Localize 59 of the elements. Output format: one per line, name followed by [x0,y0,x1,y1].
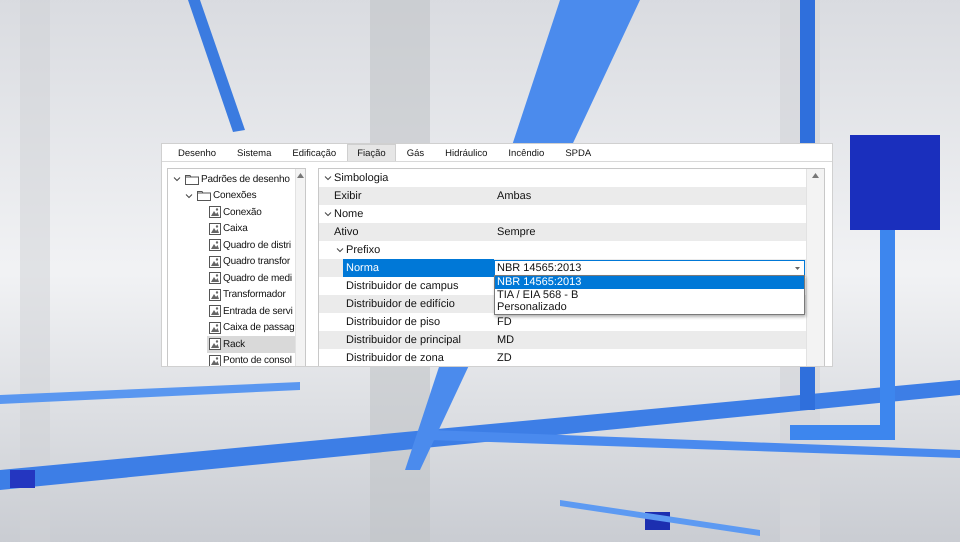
tree-item[interactable]: Quadro de medi [207,270,295,286]
property-name[interactable]: Distribuidor de zona [343,349,494,366]
dropdown-option[interactable]: Personalizado [495,301,804,314]
chevron-icon[interactable] [335,245,345,255]
property-name[interactable]: Distribuidor de principal [343,331,494,349]
chevron-icon[interactable] [323,173,333,183]
tab[interactable]: Incêndio [498,144,554,161]
property-value: MD [496,333,514,348]
scroll-up-icon[interactable] [297,173,304,178]
value-dropdown[interactable]: NBR 14565:2013 [494,260,805,276]
picture-frame-icon [209,338,221,350]
tree-item[interactable]: Caixa [207,220,295,237]
picture-frame-icon [209,222,221,235]
tree-item[interactable]: Padrões de desenho [183,171,295,188]
property-value: Sempre [496,225,536,240]
tab[interactable]: Fiação [347,144,396,161]
property-name[interactable]: Exibir [331,187,494,205]
tree-item[interactable]: Quadro transfor [207,254,295,270]
scrollbar[interactable] [295,169,305,366]
picture-frame-icon [209,206,221,218]
picture-frame-icon [209,256,221,268]
picture-frame-icon [209,272,221,284]
tree-item[interactable]: Rack [207,336,295,352]
tree-item[interactable]: Ponto de consol [207,352,295,366]
category-label: Simbologia [334,172,388,184]
category-label: Nome [334,208,364,220]
tree-item[interactable]: Transformador [207,286,295,303]
property-name[interactable]: Ativo [331,223,494,241]
tree-item[interactable]: Conexão [207,204,295,220]
tab[interactable]: Gás [396,144,434,161]
picture-frame-icon [209,322,221,334]
chevron-icon[interactable] [323,209,333,219]
tree-item[interactable]: Conexões [195,188,295,204]
folder-icon [197,190,211,202]
property-name[interactable]: Distribuidor de piso [343,313,494,331]
tab[interactable]: Edificação [282,144,346,161]
property-value: Ambas [496,189,532,204]
property-name[interactable]: Distribuidor de campus [343,277,494,295]
category-label: Prefixo [346,244,380,256]
tree-item[interactable]: Caixa de passag [207,320,295,336]
property-name[interactable]: Distribuidor de edifício [343,295,494,313]
picture-frame-icon [209,288,221,301]
picture-frame-icon [209,239,221,252]
tab[interactable]: Hidráulico [435,144,498,161]
dropdown-option[interactable]: NBR 14565:2013 [495,276,804,288]
tab[interactable]: SPDA [555,144,602,161]
tab[interactable]: Sistema [227,144,282,161]
property-value: ZD [496,351,512,366]
property-name[interactable]: Norma [343,259,494,277]
folder-icon [185,174,199,185]
tree-item[interactable]: Quadro de distri [207,237,295,254]
scroll-up-icon[interactable] [812,173,819,178]
picture-frame-icon [209,305,221,318]
dropdown-option[interactable]: TIA / EIA 568 - B [495,288,804,301]
tab[interactable]: Desenho [168,144,226,161]
property-value: FD [496,315,512,330]
scrollbar[interactable] [806,169,824,366]
caret-icon [795,266,800,270]
tree-item[interactable]: Entrada de servi [207,303,295,320]
